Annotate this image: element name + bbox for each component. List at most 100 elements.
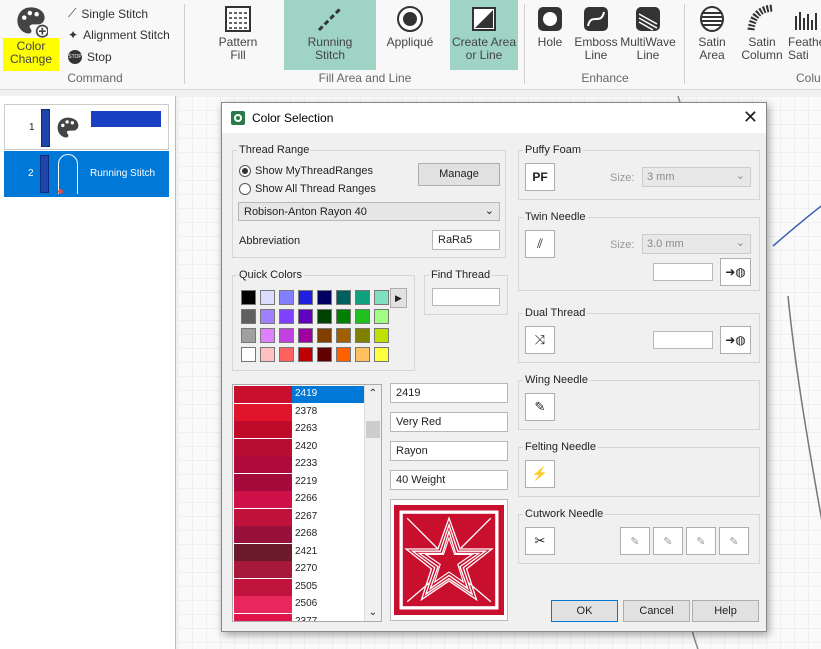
applique-button[interactable]: Appliqué <box>383 4 437 68</box>
stop-button[interactable]: STOP Stop <box>68 50 112 64</box>
create-area-button[interactable]: Create Area or Line <box>450 0 518 70</box>
quick-color-swatch[interactable] <box>355 328 370 343</box>
pattern-fill-button[interactable]: Pattern Fill <box>212 4 264 68</box>
object-row-2[interactable]: 2 Running Stitch <box>4 151 169 197</box>
quick-color-swatch[interactable] <box>241 309 256 324</box>
quick-color-swatch[interactable] <box>279 290 294 305</box>
running-stitch-button[interactable]: Running Stitch <box>284 0 376 70</box>
quick-color-swatch[interactable] <box>355 290 370 305</box>
cutwork-needle-3-button[interactable]: ✎ <box>686 527 716 555</box>
quick-color-swatch[interactable] <box>317 347 332 362</box>
scroll-up-icon[interactable]: ⌃ <box>365 385 381 402</box>
ok-button[interactable]: OK <box>551 600 618 622</box>
quick-color-swatch[interactable] <box>336 347 351 362</box>
quick-color-swatch[interactable] <box>241 347 256 362</box>
cutwork-needle-1-icon: ✎ <box>630 535 640 548</box>
satin-column-button[interactable]: Satin Column <box>738 4 786 68</box>
quick-color-swatch[interactable] <box>317 290 332 305</box>
show-my-ranges-radio[interactable]: Show MyThreadRanges <box>239 165 373 177</box>
thread-list-row[interactable]: 2263 <box>234 421 365 438</box>
enhance-group-label: Enhance <box>581 71 629 85</box>
emboss-line-button[interactable]: Emboss Line <box>572 4 620 68</box>
quick-color-swatch[interactable] <box>260 290 275 305</box>
thread-list-row[interactable]: 2266 <box>234 491 365 508</box>
multiwave-line-button[interactable]: MultiWave Line <box>620 4 676 68</box>
scroll-down-icon[interactable]: ⌄ <box>365 604 381 621</box>
quick-color-swatch[interactable] <box>336 290 351 305</box>
help-button[interactable]: Help <box>692 600 759 622</box>
object-row-1[interactable]: 1 <box>4 104 169 150</box>
puffy-foam-button[interactable]: PF <box>525 163 555 191</box>
fill-group-label: Fill Area and Line <box>318 71 412 85</box>
scroll-thumb[interactable] <box>366 421 380 438</box>
quick-color-swatch[interactable] <box>374 309 389 324</box>
quick-color-swatch[interactable] <box>279 328 294 343</box>
thread-list-row[interactable]: 2505 <box>234 578 365 596</box>
twin-needle-add-color-button[interactable]: ➜◍ <box>720 258 751 286</box>
thread-list-row[interactable]: 2419 <box>234 386 365 403</box>
cutwork-needle-4-button[interactable]: ✎ <box>719 527 749 555</box>
single-stitch-button[interactable]: ⟋ Single Stitch <box>68 6 148 21</box>
thread-range-select[interactable]: Robison-Anton Rayon 40 ⌄ <box>238 202 500 221</box>
quick-color-swatch[interactable] <box>317 328 332 343</box>
quick-color-swatch[interactable] <box>279 347 294 362</box>
manage-button[interactable]: Manage <box>418 163 500 186</box>
color-selection-dialog: Color Selection ✕ Thread Range Show MyTh… <box>221 102 767 632</box>
dual-thread-legend: Dual Thread <box>523 307 588 319</box>
show-all-ranges-radio[interactable]: Show All Thread Ranges <box>239 183 376 195</box>
dialog-titlebar[interactable]: Color Selection ✕ <box>222 103 766 133</box>
twin-needle-button[interactable]: ⫽ <box>525 230 555 258</box>
abbreviation-label: Abbreviation <box>239 235 301 247</box>
quick-color-swatch[interactable] <box>241 290 256 305</box>
color-change-button-label-wrap[interactable]: Color Change <box>3 4 59 72</box>
thread-list-row[interactable]: 2378 <box>234 403 365 421</box>
quick-color-swatch[interactable] <box>336 328 351 343</box>
wing-needle-button[interactable]: ✎ <box>525 393 555 421</box>
quick-color-swatch[interactable] <box>355 347 370 362</box>
thread-list-row[interactable]: 2270 <box>234 561 365 578</box>
thread-list-row[interactable]: 2233 <box>234 456 365 473</box>
cutwork-needle-1-button[interactable]: ✎ <box>620 527 650 555</box>
thread-list-row[interactable]: 2377 <box>234 613 365 621</box>
hole-button[interactable]: Hole <box>530 4 570 68</box>
quick-color-swatch[interactable] <box>374 347 389 362</box>
quick-color-swatch[interactable] <box>298 328 313 343</box>
thread-color-swatch <box>234 613 292 621</box>
cutwork-needle-2-button[interactable]: ✎ <box>653 527 683 555</box>
feather-satin-button[interactable]: Feathe Sati <box>788 4 821 68</box>
thread-list-row[interactable]: 2420 <box>234 438 365 456</box>
quick-color-swatch[interactable] <box>260 309 275 324</box>
quick-color-swatch[interactable] <box>374 328 389 343</box>
quick-color-swatch[interactable] <box>298 309 313 324</box>
alignment-stitch-button[interactable]: ✦ Alignment Stitch <box>68 28 170 42</box>
thread-list-row[interactable]: 2506 <box>234 596 365 613</box>
quick-color-swatch[interactable] <box>374 290 389 305</box>
quick-color-swatch[interactable] <box>317 309 332 324</box>
dual-thread-add-color-button[interactable]: ➜◍ <box>720 326 751 354</box>
quick-color-swatch[interactable] <box>336 309 351 324</box>
thread-list-row[interactable]: 2421 <box>234 543 365 561</box>
thread-list-scrollbar[interactable]: ⌃ ⌄ <box>364 385 381 621</box>
quick-color-swatch[interactable] <box>241 328 256 343</box>
quick-color-swatch[interactable] <box>260 347 275 362</box>
alignment-stitch-label: Alignment Stitch <box>83 28 170 42</box>
find-thread-input[interactable] <box>432 288 500 306</box>
quick-color-swatch[interactable] <box>355 309 370 324</box>
thread-list-row[interactable]: 2268 <box>234 526 365 543</box>
quick-color-swatch[interactable] <box>279 309 294 324</box>
quick-color-swatch[interactable] <box>298 347 313 362</box>
cutwork-needle-button[interactable]: ✂ <box>525 527 555 555</box>
felting-needle-button[interactable]: ⚡ <box>525 460 555 488</box>
dual-thread-button[interactable]: ⤨ <box>525 326 555 354</box>
thread-list-row[interactable]: 2219 <box>234 473 365 491</box>
close-icon[interactable]: ✕ <box>743 108 758 126</box>
quick-colors-next-button[interactable]: ▶ <box>390 288 407 308</box>
thread-code: 2378 <box>295 405 318 417</box>
cancel-button[interactable]: Cancel <box>623 600 690 622</box>
quick-color-swatch[interactable] <box>298 290 313 305</box>
quick-color-swatch[interactable] <box>260 328 275 343</box>
thread-list[interactable]: 2419 2378 2263 2420 2233 2219 2266 2267 2268 2421… <box>232 384 382 622</box>
abbreviation-field[interactable]: RaRa5 <box>432 230 500 250</box>
thread-list-row[interactable]: 2267 <box>234 508 365 526</box>
satin-area-button[interactable]: Satin Area <box>690 4 734 68</box>
